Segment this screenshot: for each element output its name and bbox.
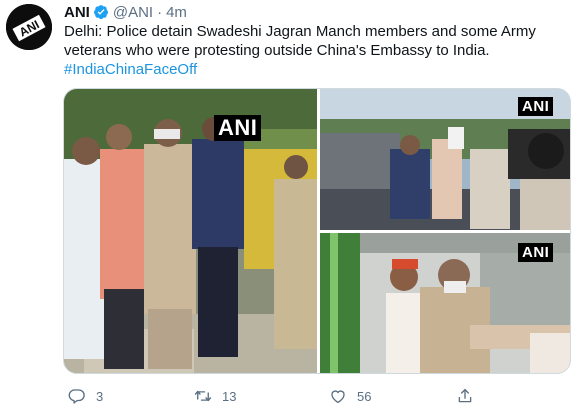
ani-watermark: ANI	[518, 97, 554, 116]
tweet-actions: 3 13 56	[64, 384, 570, 408]
share-button[interactable]	[456, 384, 474, 408]
tweet-header: ANI @ANI · 4m	[64, 2, 187, 22]
reply-icon	[68, 389, 85, 404]
hashtag-link[interactable]: #IndiaChinaFaceOff	[64, 60, 570, 79]
ani-logo: ANI	[6, 4, 52, 50]
retweet-icon	[194, 390, 212, 402]
like-count: 56	[357, 388, 372, 404]
reply-count: 3	[96, 388, 104, 404]
photo-bottom-right[interactable]: ANI	[320, 233, 570, 373]
protest-photo	[64, 89, 317, 373]
timestamp[interactable]: 4m	[166, 4, 187, 21]
retweet-count: 13	[222, 388, 237, 404]
share-icon	[458, 388, 472, 403]
tweet-text-line: Delhi: Police detain Swadeshi Jagran Man…	[64, 23, 536, 40]
like-button[interactable]: 56	[329, 384, 371, 408]
tweet-text: Delhi: Police detain Swadeshi Jagran Man…	[64, 22, 570, 79]
media-grid: ANI ANI ANI	[63, 88, 571, 374]
tweet-text-line: veterans who were protesting outside Chi…	[64, 42, 490, 59]
avatar[interactable]: ANI	[6, 4, 52, 50]
ani-watermark: ANI	[214, 115, 262, 141]
tweet[interactable]: ANI ANI @ANI · 4m Delhi: Police detain S…	[0, 0, 586, 418]
ani-watermark: ANI	[518, 243, 554, 262]
separator-dot: ·	[157, 3, 163, 21]
like-icon	[331, 390, 345, 404]
photo-top-right[interactable]: ANI	[320, 89, 570, 230]
reply-button[interactable]: 3	[68, 384, 103, 408]
author-name[interactable]: ANI	[64, 4, 90, 21]
photo-left[interactable]: ANI	[64, 89, 317, 373]
retweet-button[interactable]: 13	[194, 384, 236, 408]
verified-badge-icon	[93, 5, 108, 19]
author-handle[interactable]: @ANI	[113, 4, 153, 21]
